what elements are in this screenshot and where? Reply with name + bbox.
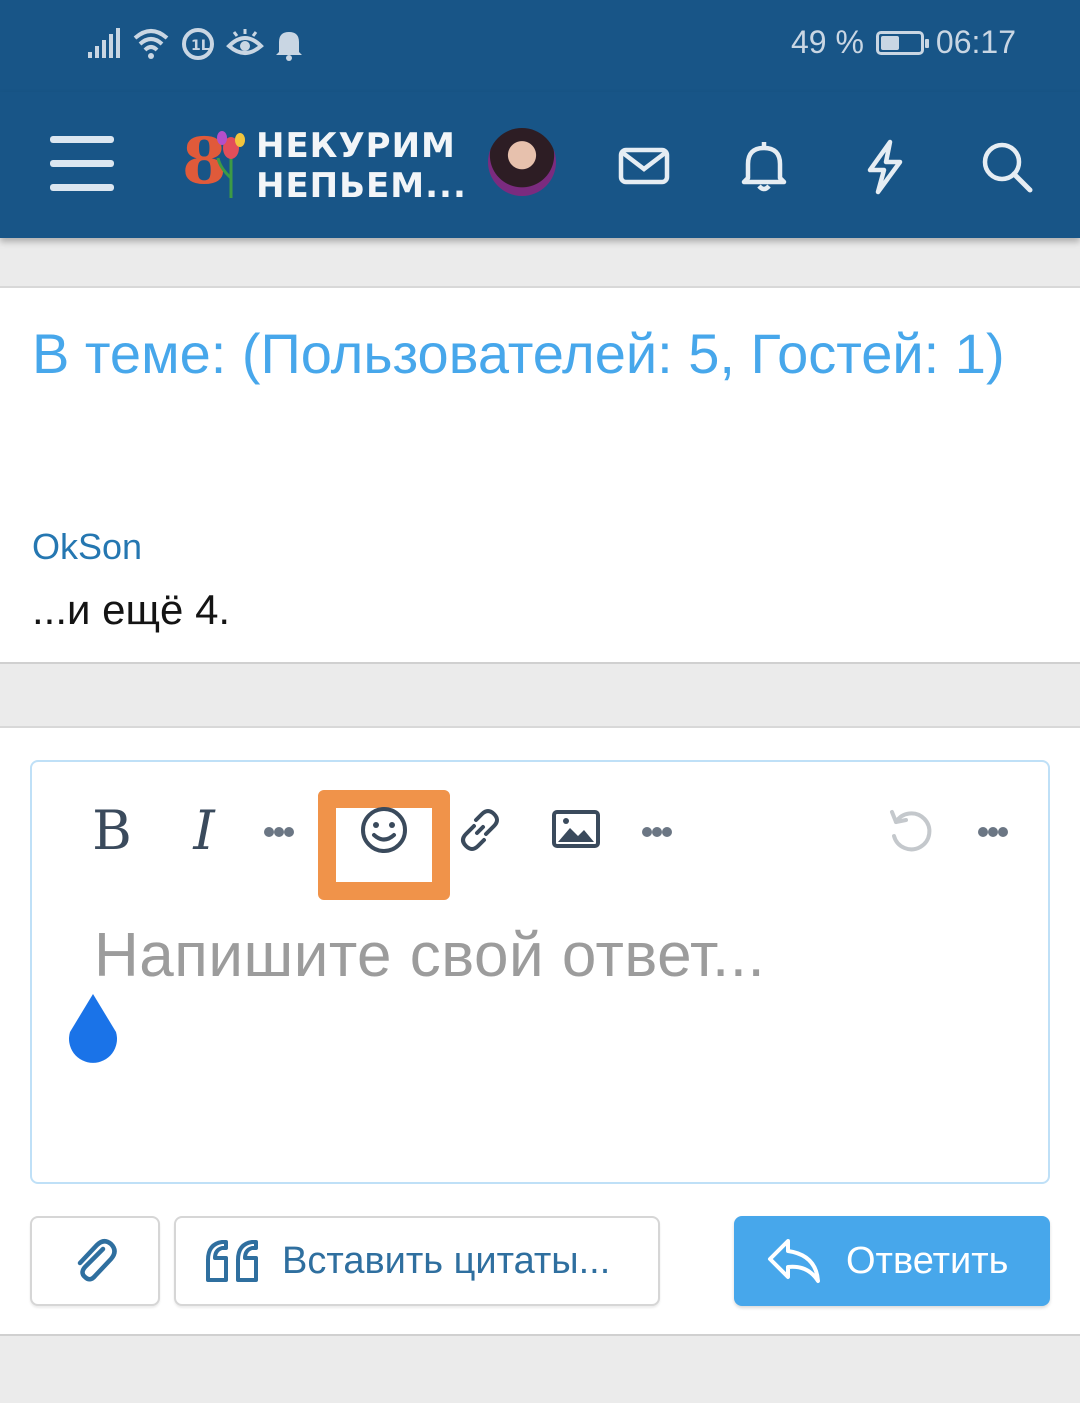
insert-quotes-label: Вставить цитаты... [282, 1239, 611, 1282]
bold-button[interactable]: B [80, 798, 144, 862]
quote-icon [206, 1240, 258, 1282]
logo-text: НЕКУРИМ НЕПЬЕМ... [256, 126, 467, 206]
undo-icon[interactable] [880, 800, 940, 860]
site-header: 8 НЕКУРИМ НЕПЬЕМ... [0, 92, 1080, 238]
tulip-icon [216, 131, 245, 198]
wifi-icon [133, 29, 169, 59]
eye-icon [226, 29, 264, 55]
attach-files-button[interactable] [30, 1216, 160, 1306]
insert-quotes-button[interactable]: Вставить цитаты... [174, 1216, 660, 1306]
menu-icon[interactable] [50, 136, 114, 192]
text-cursor-handle-icon[interactable] [62, 992, 124, 1068]
image-icon[interactable] [546, 800, 606, 860]
emoji-icon[interactable] [354, 800, 414, 860]
status-right: 49 % 06:17 [791, 24, 1016, 61]
status-icons: 1L [86, 26, 304, 62]
members-more: ...и ещё 4. [32, 586, 231, 633]
reply-panel: B I Напишите свой ответ... Вставить цита… [0, 726, 1080, 1336]
svg-text:1L: 1L [191, 38, 210, 54]
reply-button[interactable]: Ответить [734, 1216, 1050, 1306]
reply-placeholder[interactable]: Напишите свой ответ... [94, 920, 765, 991]
mail-icon[interactable] [614, 136, 674, 196]
battery-icon [875, 30, 929, 55]
search-icon[interactable] [976, 136, 1036, 196]
italic-button[interactable]: I [172, 798, 236, 862]
signal-icon [88, 28, 120, 58]
clock: 06:17 [935, 24, 1016, 60]
status-bar: 1L 49 % 06:17 [0, 0, 1080, 92]
paperclip-icon [77, 1239, 117, 1282]
battery-percent: 49 % [790, 24, 864, 60]
more-insert-icon[interactable] [642, 802, 672, 862]
data-saver-icon: 1L [182, 28, 214, 60]
notification-bell-icon [276, 32, 302, 61]
lightning-icon[interactable] [854, 136, 914, 196]
reply-editor[interactable]: B I Напишите свой ответ... [30, 760, 1050, 1184]
member-link[interactable]: OkSon [32, 526, 142, 568]
more-options-icon[interactable] [978, 802, 1008, 862]
link-icon[interactable] [450, 800, 510, 860]
reply-arrow-icon [768, 1239, 820, 1283]
user-avatar[interactable] [488, 128, 556, 196]
reply-label: Ответить [846, 1239, 1009, 1282]
bell-icon[interactable] [734, 136, 794, 196]
more-formatting-icon[interactable] [264, 802, 294, 862]
members-panel: В теме: (Пользователей: 5, Гостей: 1) Ok… [0, 286, 1080, 664]
members-title[interactable]: В теме: (Пользователей: 5, Гостей: 1) [32, 310, 1032, 398]
site-logo[interactable]: 8 НЕКУРИМ НЕПЬЕМ... [182, 124, 466, 206]
